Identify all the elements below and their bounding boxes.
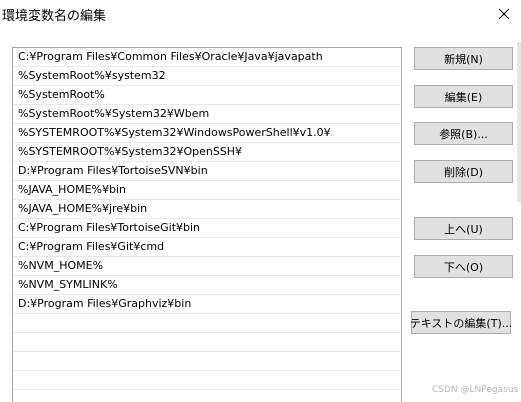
list-item[interactable]: %SystemRoot%¥System32¥Wbem xyxy=(13,105,401,124)
delete-button[interactable]: 削除(D) xyxy=(414,160,513,183)
list-item[interactable]: %NVM_HOME% xyxy=(13,257,401,276)
new-button[interactable]: 新規(N) xyxy=(414,47,513,70)
list-item[interactable]: %NVM_SYMLINK% xyxy=(13,276,401,295)
close-button[interactable] xyxy=(487,0,521,28)
list-item[interactable]: C:¥Program Files¥Git¥cmd xyxy=(13,238,401,257)
close-icon xyxy=(498,8,510,20)
browse-button[interactable]: 参照(B)... xyxy=(414,122,513,145)
list-item[interactable]: %SYSTEMROOT%¥System32¥OpenSSH¥ xyxy=(13,143,401,162)
path-list[interactable]: C:¥Program Files¥Common Files¥Oracle¥Jav… xyxy=(12,47,402,402)
edit-env-var-dialog: 環境変数名の編集 C:¥Program Files¥Common Files¥O… xyxy=(0,0,521,402)
list-item[interactable]: %SYSTEMROOT%¥System32¥WindowsPowerShell¥… xyxy=(13,124,401,143)
move-up-button[interactable]: 上へ(U) xyxy=(414,217,513,240)
list-item[interactable]: %SystemRoot% xyxy=(13,86,401,105)
list-item[interactable]: %JAVA_HOME%¥bin xyxy=(13,181,401,200)
window-title: 環境変数名の編集 xyxy=(2,9,107,24)
title-bar: 環境変数名の編集 xyxy=(0,0,521,30)
list-item-empty[interactable] xyxy=(13,352,401,371)
edit-text-button[interactable]: テキストの編集(T)... xyxy=(410,311,512,334)
list-item-empty[interactable] xyxy=(13,333,401,352)
list-item-empty[interactable] xyxy=(13,371,401,390)
list-item[interactable]: D:¥Program Files¥TortoiseSVN¥bin xyxy=(13,162,401,181)
list-item[interactable]: C:¥Program Files¥TortoiseGit¥bin xyxy=(13,219,401,238)
move-down-button[interactable]: 下へ(O) xyxy=(414,255,513,278)
window-edge xyxy=(517,42,521,202)
list-item-empty[interactable] xyxy=(13,314,401,333)
list-item[interactable]: D:¥Program Files¥Graphviz¥bin xyxy=(13,295,401,314)
list-item[interactable]: %JAVA_HOME%¥jre¥bin xyxy=(13,200,401,219)
list-item-empty[interactable] xyxy=(13,390,401,402)
list-item[interactable]: C:¥Program Files¥Common Files¥Oracle¥Jav… xyxy=(13,48,401,67)
watermark: CSDN @LNPegasus xyxy=(432,385,519,395)
list-item[interactable]: %SystemRoot%¥system32 xyxy=(13,67,401,86)
edit-button[interactable]: 編集(E) xyxy=(414,85,513,108)
